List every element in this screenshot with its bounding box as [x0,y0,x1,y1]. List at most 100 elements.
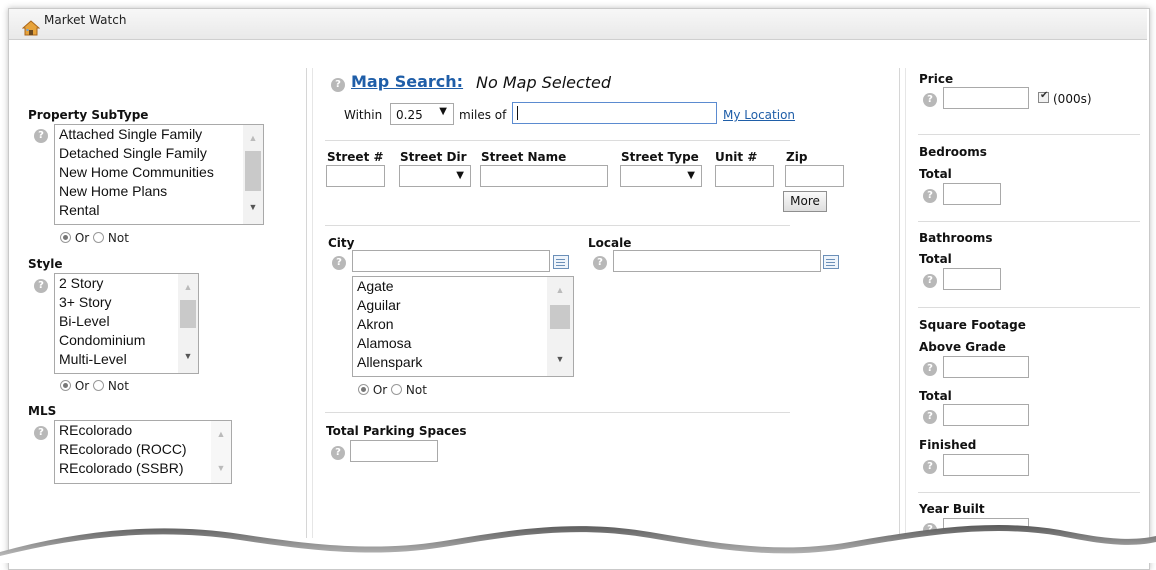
list-item[interactable]: REcolorado (SSBR) [55,459,231,478]
not-radio[interactable] [93,232,105,243]
help-icon[interactable]: ? [332,256,346,270]
unit-input[interactable] [715,165,774,187]
or-radio[interactable] [358,384,369,395]
finished-input[interactable] [943,454,1029,476]
list-item[interactable]: Bi-Level [55,312,198,331]
help-icon[interactable]: ? [923,93,937,107]
scrollbar[interactable]: ▲ ▼ [243,125,263,224]
city-list[interactable]: Agate Aguilar Akron Alamosa Allenspark ▲… [352,276,574,377]
street-dir-select[interactable]: ▼ [399,165,471,187]
lookup-list-icon[interactable] [823,255,839,269]
scroll-up-icon[interactable]: ▲ [547,285,573,295]
list-item[interactable]: Aguilar [353,296,573,315]
scroll-down-icon[interactable]: ▼ [211,463,231,473]
scroll-down-icon[interactable]: ▼ [547,354,573,364]
help-icon[interactable]: ? [923,189,937,203]
bathrooms-total-input[interactable] [943,268,1001,290]
list-item[interactable]: Condominium [55,331,198,350]
list-item[interactable]: Detached Single Family [55,144,263,163]
locale-input[interactable] [613,250,821,272]
scrollbar[interactable]: ▲ ▼ [211,421,231,483]
help-icon[interactable]: ? [923,460,937,474]
scroll-thumb[interactable] [245,151,261,191]
city-input[interactable] [352,250,550,272]
sqft-total-input[interactable] [943,404,1029,426]
zip-input[interactable] [785,165,844,187]
not-radio[interactable] [93,380,105,391]
property-subtype-mode: Or Not [60,231,129,245]
street-name-input[interactable] [480,165,608,187]
not-label: Not [107,231,129,245]
house-icon [22,20,40,36]
unit-label: Unit # [715,150,758,164]
scroll-thumb[interactable] [550,305,570,329]
chevron-down-icon: ▼ [687,170,695,181]
street-type-select[interactable]: ▼ [620,165,702,187]
style-list[interactable]: 2 Story 3+ Story Bi-Level Condominium Mu… [54,273,199,374]
list-item[interactable]: Allenspark [353,353,573,372]
help-icon[interactable]: ? [593,256,607,270]
list-item[interactable]: 3+ Story [55,293,198,312]
style-label: Style [28,257,63,271]
column-divider-right [899,68,900,538]
help-icon[interactable]: ? [34,279,48,293]
window-title: Market Watch [44,13,127,27]
street-number-input[interactable] [326,165,385,187]
scrollbar[interactable]: ▲ ▼ [178,274,198,373]
list-item[interactable]: New Home Plans [55,182,263,201]
list-item[interactable]: Attached Single Family [55,125,263,144]
square-footage-label: Square Footage [919,318,1026,332]
thousands-checkbox[interactable]: ✔ [1038,90,1049,103]
scroll-down-icon[interactable]: ▼ [178,351,198,361]
help-icon[interactable]: ? [331,78,345,92]
list-item[interactable]: Alamosa [353,334,573,353]
help-icon[interactable]: ? [923,274,937,288]
chevron-down-icon: ▼ [439,106,447,117]
above-grade-input[interactable] [943,356,1029,378]
not-radio[interactable] [391,384,403,395]
help-icon[interactable]: ? [923,410,937,424]
help-icon[interactable]: ? [34,129,48,143]
zip-label: Zip [786,150,808,164]
list-item[interactable]: Multi-Level [55,350,198,369]
divider [918,492,1140,493]
lookup-list-icon[interactable] [553,255,569,269]
list-item[interactable]: Agate [353,277,573,296]
scroll-up-icon[interactable]: ▲ [178,282,198,292]
price-input[interactable] [943,87,1029,109]
distance-select[interactable]: 0.25 ▼ [390,103,454,125]
scrollbar[interactable]: ▲ ▼ [547,277,573,376]
scroll-down-icon[interactable]: ▼ [243,202,263,212]
property-subtype-list[interactable]: Attached Single Family Detached Single F… [54,124,264,225]
or-radio[interactable] [60,380,71,391]
list-item[interactable]: Akron [353,315,573,334]
text-caret [517,106,518,120]
chevron-down-icon: ▼ [456,170,464,181]
help-icon[interactable]: ? [34,426,48,440]
street-dir-label: Street Dir [400,150,467,164]
thousands-label: (000s) [1053,92,1092,106]
divider [918,307,1140,308]
list-item[interactable]: Rental [55,201,263,220]
scroll-up-icon[interactable]: ▲ [243,133,263,143]
or-radio[interactable] [60,232,71,243]
list-item[interactable]: New Home Communities [55,163,263,182]
list-item[interactable]: REcolorado [55,421,231,440]
location-input[interactable] [512,102,717,124]
bedrooms-label: Bedrooms [919,145,987,159]
more-button[interactable]: More [783,191,827,212]
my-location-link[interactable]: My Location [723,108,795,122]
mls-label: MLS [28,404,57,418]
parking-input[interactable] [350,440,438,462]
scroll-up-icon[interactable]: ▲ [211,429,231,439]
map-search-link[interactable]: Map Search: [351,72,463,91]
bedrooms-total-input[interactable] [943,183,1001,205]
mls-list[interactable]: REcolorado REcolorado (ROCC) REcolorado … [54,420,232,484]
help-icon[interactable]: ? [923,362,937,376]
not-label: Not [107,379,129,393]
scroll-thumb[interactable] [180,300,196,328]
list-item[interactable]: REcolorado (ROCC) [55,440,231,459]
list-item[interactable]: 2 Story [55,274,198,293]
help-icon[interactable]: ? [331,446,345,460]
title-bar [9,9,1147,40]
